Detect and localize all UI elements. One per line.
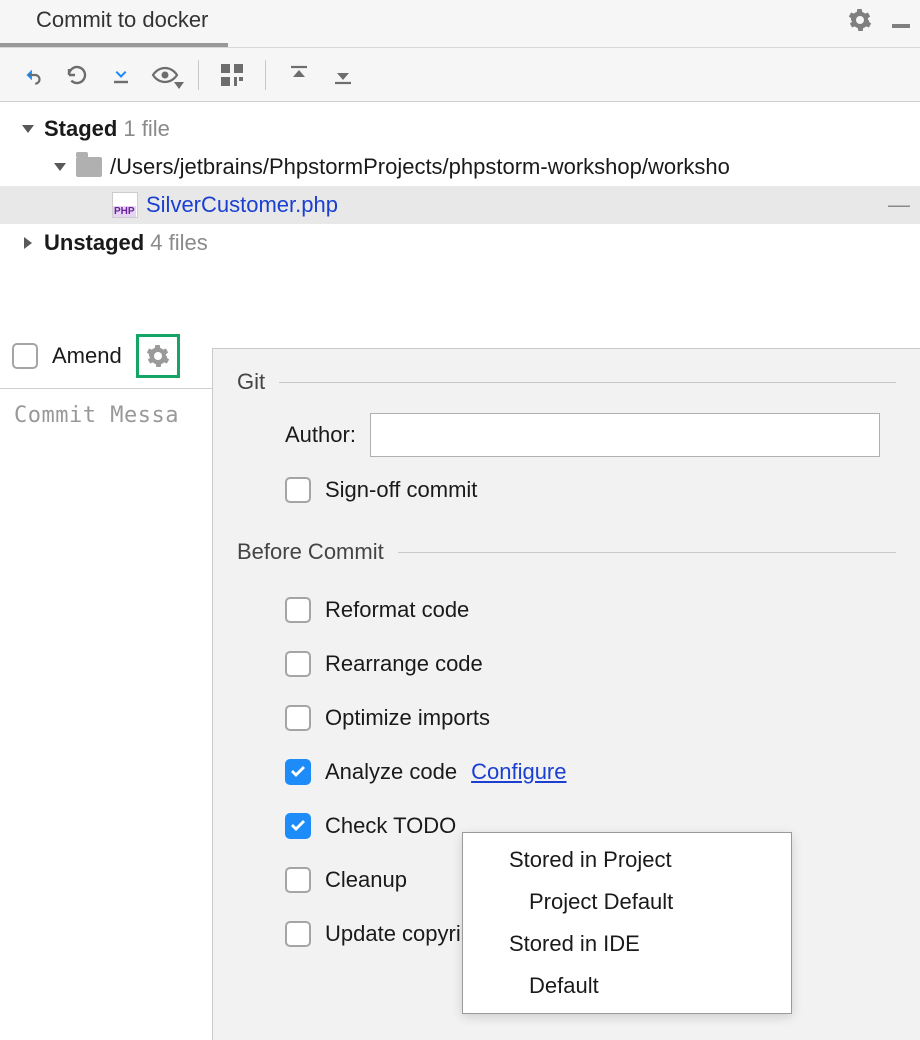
signoff-checkbox[interactable]	[285, 477, 311, 503]
before-commit-header: Before Commit	[237, 539, 896, 565]
separator	[198, 60, 199, 90]
minimize-button[interactable]	[892, 24, 910, 28]
tree-group-staged[interactable]: Staged 1 file	[0, 110, 920, 148]
commit-message-placeholder: Commit Messa	[14, 403, 179, 428]
unstaged-label: Unstaged	[44, 230, 144, 256]
file-tree: Staged 1 file /Users/jetbrains/PhpstormP…	[0, 102, 920, 262]
separator	[265, 60, 266, 90]
tree-path-row[interactable]: /Users/jetbrains/PhpstormProjects/phpsto…	[0, 148, 920, 186]
rearrange-label: Rearrange code	[325, 651, 483, 677]
folder-path: /Users/jetbrains/PhpstormProjects/phpsto…	[110, 154, 730, 180]
optimize-checkbox[interactable]	[285, 705, 311, 731]
refresh-icon[interactable]	[60, 58, 94, 92]
tree-group-unstaged[interactable]: Unstaged 4 files	[0, 224, 920, 262]
check-todo-label: Check TODO	[325, 813, 456, 839]
expand-all-icon[interactable]	[282, 58, 316, 92]
cleanup-checkbox[interactable]	[285, 867, 311, 893]
configure-popup: Stored in Project Project Default Stored…	[462, 832, 792, 1014]
tabstrip: Commit to docker	[0, 0, 920, 48]
popup-stored-ide[interactable]: Stored in IDE	[463, 923, 791, 965]
update-copyright-label: Update copyri	[325, 921, 461, 947]
collapse-all-icon[interactable]	[326, 58, 360, 92]
update-copyright-checkbox[interactable]	[285, 921, 311, 947]
configure-link[interactable]: Configure	[471, 759, 566, 785]
check-todo-checkbox[interactable]	[285, 813, 311, 839]
author-label: Author:	[285, 422, 356, 448]
author-input[interactable]	[370, 413, 880, 457]
reformat-checkbox[interactable]	[285, 597, 311, 623]
popup-stored-project[interactable]: Stored in Project	[463, 839, 791, 881]
reformat-label: Reformat code	[325, 597, 469, 623]
staged-label: Staged	[44, 116, 117, 142]
analyze-label: Analyze code	[325, 759, 457, 785]
analyze-checkbox[interactable]	[285, 759, 311, 785]
amend-label: Amend	[52, 343, 122, 369]
unstage-dash-icon[interactable]: —	[888, 192, 910, 218]
tab-commit[interactable]: Commit to docker	[0, 0, 228, 47]
tab-title: Commit to docker	[36, 7, 208, 32]
staged-count: 1 file	[123, 116, 169, 142]
tree-file-row[interactable]: SilverCustomer.php —	[0, 186, 920, 224]
cleanup-label: Cleanup	[325, 867, 407, 893]
unstaged-count: 4 files	[150, 230, 207, 256]
signoff-label: Sign-off commit	[325, 477, 477, 503]
git-header: Git	[237, 369, 896, 395]
chevron-down-icon	[20, 121, 36, 137]
gear-icon[interactable]	[848, 8, 872, 38]
download-icon[interactable]	[104, 58, 138, 92]
group-icon[interactable]	[215, 58, 249, 92]
chevron-down-icon	[52, 159, 68, 175]
php-file-icon	[112, 192, 138, 218]
commit-options-button[interactable]	[136, 334, 180, 378]
file-name: SilverCustomer.php	[146, 192, 338, 218]
toolbar	[0, 48, 920, 102]
popup-project-default[interactable]: Project Default	[463, 881, 791, 923]
rollback-icon[interactable]	[16, 58, 50, 92]
chevron-right-icon	[20, 235, 36, 251]
popup-default[interactable]: Default	[463, 965, 791, 1007]
optimize-label: Optimize imports	[325, 705, 490, 731]
rearrange-checkbox[interactable]	[285, 651, 311, 677]
eye-icon[interactable]	[148, 58, 182, 92]
amend-checkbox[interactable]	[12, 343, 38, 369]
folder-icon	[76, 157, 102, 177]
